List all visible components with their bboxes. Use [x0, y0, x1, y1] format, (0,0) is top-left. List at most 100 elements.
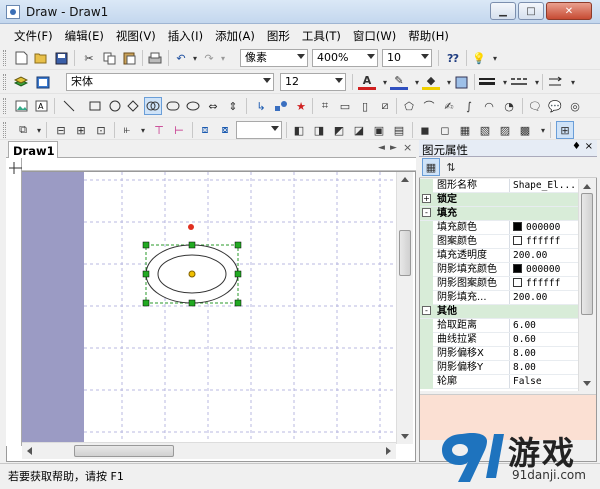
slash-tool-icon[interactable]: ⧄: [376, 97, 394, 115]
menu-insert[interactable]: 插入(I): [168, 28, 203, 44]
property-row[interactable]: 阴影填充颜色 000000: [420, 263, 578, 277]
open-folder-icon[interactable]: [32, 49, 50, 67]
polygon-tool-icon[interactable]: ⬠: [400, 97, 418, 115]
layers-icon[interactable]: [12, 73, 30, 91]
image-tool-icon[interactable]: [12, 97, 30, 115]
tab-draw1[interactable]: Draw1: [8, 141, 58, 159]
expand-icon[interactable]: +: [422, 194, 431, 203]
property-row[interactable]: 阴影偏移X 8.00: [420, 347, 578, 361]
property-value[interactable]: 000000: [509, 221, 578, 234]
star-tool-icon[interactable]: ★: [292, 97, 310, 115]
align-tool-icon[interactable]: ▭: [336, 97, 354, 115]
bring-front-icon[interactable]: ⧈: [196, 121, 214, 139]
property-value[interactable]: 8.00: [509, 347, 578, 360]
property-value[interactable]: ffffff: [509, 277, 578, 290]
callout2-tool-icon[interactable]: 💬: [546, 97, 564, 115]
snap-grid-icon[interactable]: ⊞: [556, 121, 574, 139]
copy-icon[interactable]: [100, 49, 118, 67]
property-value[interactable]: 8.00: [509, 361, 578, 374]
property-row[interactable]: 图形名称 Shape_El...: [420, 179, 578, 193]
line-color-icon[interactable]: ✎: [390, 73, 408, 90]
shadow-1-icon[interactable]: ◼: [416, 121, 434, 139]
text-tool-icon[interactable]: A: [32, 97, 50, 115]
context-help-icon[interactable]: ⁇: [444, 49, 462, 67]
fill-color-icon[interactable]: ◆: [422, 73, 440, 90]
diamond-tool-icon[interactable]: [124, 97, 142, 115]
prop-scroll-thumb[interactable]: [581, 193, 593, 315]
property-value[interactable]: ffffff: [509, 235, 578, 248]
menu-shape[interactable]: 图形: [267, 28, 290, 44]
shadow-3-icon[interactable]: ▦: [456, 121, 474, 139]
property-value[interactable]: 200.00: [509, 291, 578, 304]
property-row[interactable]: 填充颜色 000000: [420, 221, 578, 235]
dash-style-dropdown-icon[interactable]: ▾: [528, 73, 546, 91]
close-button[interactable]: ✕: [546, 2, 592, 20]
menu-edit[interactable]: 编辑(E): [65, 28, 104, 44]
hscroll-thumb[interactable]: [74, 445, 174, 457]
ellipse-tool-icon[interactable]: [144, 97, 162, 115]
order-3-icon[interactable]: ◩: [330, 121, 348, 139]
pie-tool-icon[interactable]: ◔: [500, 97, 518, 115]
minimize-button[interactable]: ▁: [490, 2, 516, 20]
shadow-6-icon[interactable]: ▩: [516, 121, 534, 139]
tab-close-icon[interactable]: ×: [403, 141, 412, 154]
arrow-style-icon[interactable]: [546, 73, 564, 91]
property-row[interactable]: 阴影填充... 200.00: [420, 291, 578, 305]
same-height-icon[interactable]: ⊢: [170, 121, 188, 139]
resize-tool-icon[interactable]: ▯: [356, 97, 374, 115]
line-style-icon[interactable]: [478, 73, 496, 91]
send-back-icon[interactable]: ⧇: [216, 121, 234, 139]
redo-dropdown-icon[interactable]: ▾: [214, 49, 232, 67]
menu-window[interactable]: 窗口(W): [353, 28, 396, 44]
new-file-icon[interactable]: [12, 49, 30, 67]
order-1-icon[interactable]: ◧: [290, 121, 308, 139]
categorized-icon[interactable]: ▦: [422, 158, 440, 176]
shadow-2-icon[interactable]: ◻: [436, 121, 454, 139]
double-arrow-tool-icon[interactable]: ⇔: [204, 97, 222, 115]
menu-help[interactable]: 帮助(H): [408, 28, 449, 44]
line-tool-icon[interactable]: [60, 97, 78, 115]
order-4-icon[interactable]: ◪: [350, 121, 368, 139]
distribute-v-icon[interactable]: ⊞: [72, 121, 90, 139]
property-category[interactable]: - 其他: [420, 305, 578, 319]
menu-view[interactable]: 视图(V): [116, 28, 156, 44]
crop-tool-icon[interactable]: ⌗: [316, 97, 334, 115]
connector-tool-icon[interactable]: ↳: [252, 97, 270, 115]
property-value[interactable]: Shape_El...: [509, 179, 578, 192]
property-row[interactable]: 拾取距离 6.00: [420, 319, 578, 333]
tab-prev-icon[interactable]: ◄: [378, 143, 385, 153]
circle-tool-icon[interactable]: [106, 97, 124, 115]
selected-ellipse-shape[interactable]: [138, 220, 248, 310]
space-icon[interactable]: ⊡: [92, 121, 110, 139]
oval-tool-icon[interactable]: [184, 97, 202, 115]
property-value[interactable]: 6.00: [509, 319, 578, 332]
property-row[interactable]: 图案颜色 ffffff: [420, 235, 578, 249]
callout-tool-icon[interactable]: 🗨: [526, 97, 544, 115]
property-row[interactable]: 轮廓 False: [420, 375, 578, 389]
property-value[interactable]: 000000: [509, 263, 578, 276]
maximize-button[interactable]: □: [518, 2, 544, 20]
dash-style-icon[interactable]: [510, 73, 528, 91]
paste-icon[interactable]: [120, 49, 138, 67]
property-row[interactable]: 填充透明度 200.00: [420, 249, 578, 263]
print-icon[interactable]: [146, 49, 164, 67]
canvas-horizontal-scrollbar[interactable]: [22, 442, 396, 459]
property-value[interactable]: False: [509, 375, 578, 388]
freehand-tool-icon[interactable]: ✍: [440, 97, 458, 115]
font-dialog-icon[interactable]: [34, 73, 52, 91]
property-value[interactable]: 200.00: [509, 249, 578, 262]
canvas-vertical-scrollbar[interactable]: [396, 172, 413, 444]
collapse-icon[interactable]: -: [422, 208, 431, 217]
order-6-icon[interactable]: ▤: [390, 121, 408, 139]
font-color-icon[interactable]: A: [358, 73, 376, 90]
order-2-icon[interactable]: ◨: [310, 121, 328, 139]
gradient-icon[interactable]: [452, 73, 470, 91]
distribute-h-icon[interactable]: ⊟: [52, 121, 70, 139]
same-width-icon[interactable]: ⊤: [150, 121, 168, 139]
shadow-5-icon[interactable]: ▨: [496, 121, 514, 139]
tab-next-icon[interactable]: ►: [390, 143, 397, 153]
cut-icon[interactable]: ✂: [80, 49, 98, 67]
rectangle-tool-icon[interactable]: [86, 97, 104, 115]
property-row[interactable]: 曲线拉紧 0.60: [420, 333, 578, 347]
shapes-tool-icon[interactable]: [272, 97, 290, 115]
